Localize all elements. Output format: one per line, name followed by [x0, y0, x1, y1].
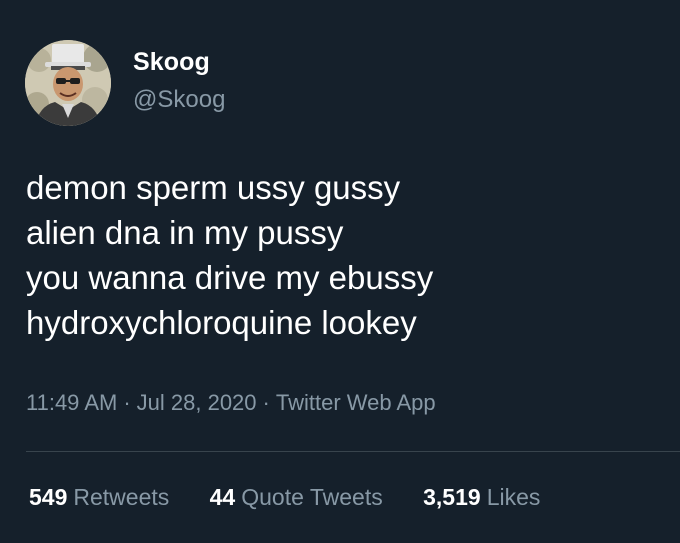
tweet-source[interactable]: Twitter Web App [276, 390, 436, 415]
tweet-date[interactable]: Jul 28, 2020 [137, 390, 257, 415]
tweet-line-2: alien dna in my pussy [26, 214, 344, 251]
likes-stat[interactable]: 3,519 Likes [423, 484, 540, 511]
tweet-line-4: hydroxychloroquine lookey [26, 304, 417, 341]
quote-tweets-stat[interactable]: 44 Quote Tweets [210, 484, 383, 511]
engagement-stats: 549 Retweets 44 Quote Tweets 3,519 Likes [29, 484, 574, 511]
likes-count: 3,519 [423, 484, 481, 510]
meta-separator: · [123, 390, 131, 415]
display-name[interactable]: Skoog [133, 48, 210, 77]
meta-separator: · [262, 390, 270, 415]
tweet-line-3: you wanna drive my ebussy [26, 259, 434, 296]
retweets-stat[interactable]: 549 Retweets [29, 484, 169, 511]
tweet-metadata: 11:49 AM · Jul 28, 2020 · Twitter Web App [26, 390, 436, 416]
quote-tweets-count: 44 [209, 484, 236, 510]
retweets-count: 549 [29, 484, 68, 510]
tweet-line-1: demon sperm ussy gussy [26, 169, 401, 206]
retweets-label: Retweets [73, 484, 170, 510]
user-handle[interactable]: @Skoog [133, 86, 225, 114]
profile-photo-icon [25, 40, 111, 126]
tweet-card: Skoog @Skoog demon sperm ussy gussy alie… [0, 0, 680, 543]
quote-tweets-label: Quote Tweets [241, 484, 383, 510]
tweet-time[interactable]: 11:49 AM [26, 390, 117, 415]
likes-label: Likes [486, 484, 541, 510]
divider [26, 451, 680, 452]
tweet-text: demon sperm ussy gussy alien dna in my p… [26, 165, 666, 345]
avatar[interactable] [25, 40, 111, 126]
